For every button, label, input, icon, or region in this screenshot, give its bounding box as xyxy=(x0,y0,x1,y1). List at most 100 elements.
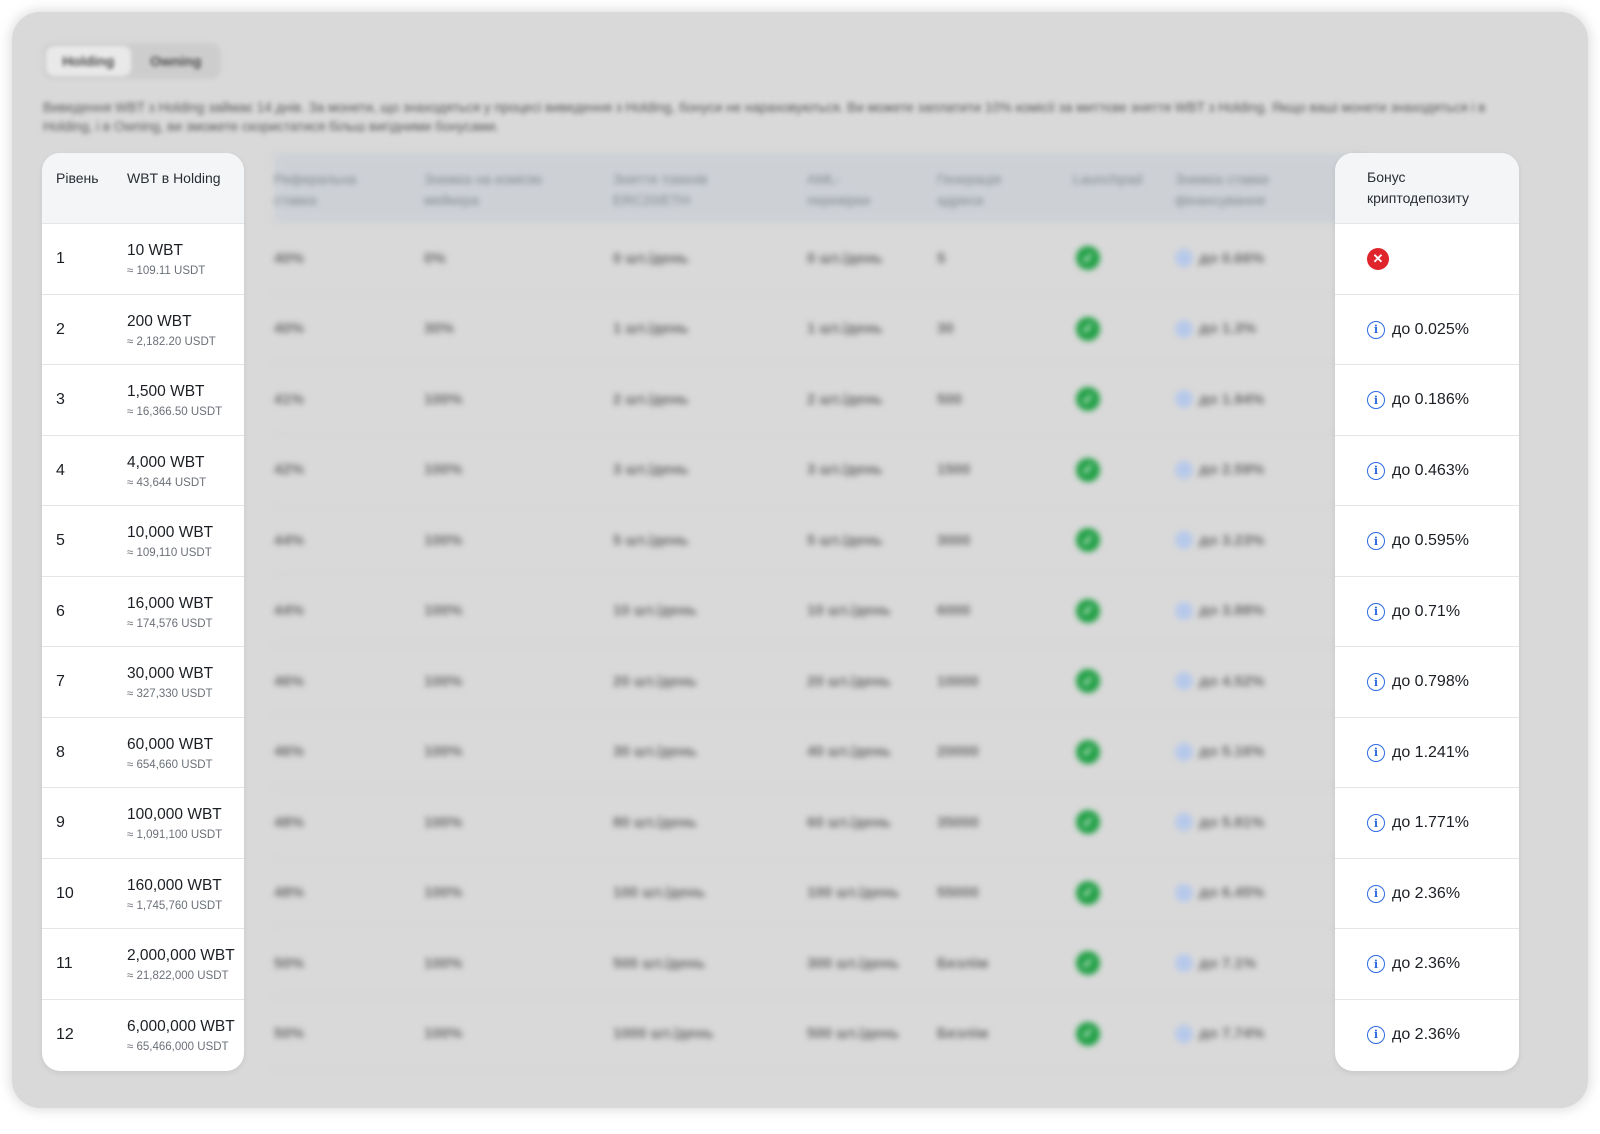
funding-discount: до 5.16% xyxy=(1175,717,1264,787)
wbt-amount: 10 WBT ≈ 109.11 USDT xyxy=(127,241,205,279)
header-funding: Знижка ставки фінансування xyxy=(1175,171,1269,208)
maker-fee: 0% xyxy=(424,249,446,267)
wbt-value: 200 WBT xyxy=(127,312,192,330)
check-icon: ✓ xyxy=(1076,457,1100,482)
aml-limit: 10 шт./день xyxy=(807,602,891,619)
launchpad-status: ✓ xyxy=(1076,576,1100,646)
info-icon xyxy=(1175,954,1193,972)
bonus-value: i до 0.595% xyxy=(1367,506,1469,576)
maker-fee: 100% xyxy=(424,1025,463,1042)
check-icon: ✓ xyxy=(1076,1021,1100,1046)
tab-holding[interactable]: Holding xyxy=(46,46,131,76)
bonus-text: до 0.186% xyxy=(1392,391,1469,408)
funding-text: до 7.74% xyxy=(1199,1025,1265,1042)
funding-text: до 6.45% xyxy=(1199,884,1265,901)
launchpad-status: ✓ xyxy=(1076,928,1100,998)
referral-rate: 46% xyxy=(274,672,305,690)
table-row-blurred: 46% 100% 20 шт./день 20 шт./день 10000 ✓ до 4.… xyxy=(274,646,1366,716)
wbt-value: 4,000 WBT xyxy=(127,453,205,471)
check-icon: ✓ xyxy=(1076,316,1100,341)
info-icon xyxy=(1175,390,1193,408)
level-number: 3 xyxy=(56,391,65,408)
funding-text: до 1.3% xyxy=(1199,320,1257,337)
aml-limit: 2 шт./день xyxy=(807,390,883,408)
funding-text: до 3.23% xyxy=(1199,531,1265,549)
address-generation: 3000 xyxy=(937,531,971,549)
bonus-text: до 0.595% xyxy=(1392,532,1469,549)
info-icon[interactable]: i xyxy=(1367,884,1385,903)
funding-discount: до 2.59% xyxy=(1175,435,1264,505)
aml-limit: 500 шт./день xyxy=(807,1025,900,1042)
info-icon[interactable]: i xyxy=(1367,743,1385,762)
info-icon[interactable]: i xyxy=(1367,1025,1385,1044)
launchpad-status: ✓ xyxy=(1076,223,1100,293)
aml-limit: 5 шт./день xyxy=(807,531,883,549)
table-row: 11 2,000,000 WBT ≈ 21,822,000 USDT xyxy=(42,928,244,999)
address-generation: Безлім xyxy=(937,1025,989,1042)
withdraw-limit: 10 шт./день xyxy=(613,602,697,619)
info-icon[interactable]: i xyxy=(1367,391,1385,409)
bonus-text: до 2.36% xyxy=(1392,884,1461,902)
bonus-value: i до 1.771% xyxy=(1367,788,1469,858)
tab-owning[interactable]: Owning xyxy=(134,46,219,76)
wbt-value: 10 WBT xyxy=(127,242,183,259)
funding-text: до 5.16% xyxy=(1199,743,1265,760)
funding-discount: до 3.23% xyxy=(1175,505,1264,575)
level-wbt-column: Рівень WBT в Holding 1 10 WBT ≈ 109.11 USD… xyxy=(42,153,244,1071)
aml-limit: 3 шт./день xyxy=(807,461,883,478)
table-row: 3 1,500 WBT ≈ 16,366.50 USDT xyxy=(42,364,244,435)
referral-rate: 41% xyxy=(274,390,305,408)
funding-text: до 1.94% xyxy=(1199,390,1265,408)
header-withdrawal: Зняття токенів ERC20/ETH xyxy=(613,171,708,208)
table-row-blurred: 50% 100% 1000 шт./день 500 шт./день Безлім ✓ д… xyxy=(274,999,1366,1069)
table-row: 1 10 WBT ≈ 109.11 USDT xyxy=(42,223,244,294)
withdraw-limit: 80 шт./день xyxy=(613,813,697,831)
launchpad-status: ✓ xyxy=(1076,787,1100,857)
check-icon: ✓ xyxy=(1076,528,1100,552)
withdraw-limit: 500 шт./день xyxy=(613,954,706,972)
usdt-equivalent: ≈ 174,576 USDT xyxy=(127,617,213,630)
wbt-amount: 16,000 WBT ≈ 174,576 USDT xyxy=(127,594,213,632)
referral-rate: 50% xyxy=(274,1025,305,1042)
info-icon[interactable]: i xyxy=(1367,532,1385,550)
address-generation: 35000 xyxy=(937,813,979,831)
header-bonus: Бонус криптодепозиту xyxy=(1367,169,1470,206)
info-icon xyxy=(1175,319,1193,338)
usdt-equivalent: ≈ 2,182.20 USDT xyxy=(127,335,216,348)
info-icon[interactable]: i xyxy=(1367,602,1385,621)
aml-limit: 1 шт./день xyxy=(807,320,883,337)
wbt-amount: 10,000 WBT ≈ 109,110 USDT xyxy=(127,523,213,561)
bonus-value: i до 0.186% xyxy=(1367,365,1469,435)
address-generation: 20000 xyxy=(937,743,979,760)
aml-limit: 0 шт./день xyxy=(807,249,883,267)
info-icon xyxy=(1175,460,1193,479)
withdraw-limit: 30 шт./день xyxy=(613,743,697,760)
table-row: i до 0.595% xyxy=(1335,505,1519,576)
address-generation: 500 xyxy=(937,390,963,408)
referral-rate: 40% xyxy=(274,249,305,267)
table-row-blurred: 40% 30% 1 шт./день 1 шт./день 30 ✓ до 1.3% xyxy=(274,294,1366,364)
withdraw-limit: 2 шт./день xyxy=(613,390,689,408)
info-icon[interactable]: i xyxy=(1367,955,1385,973)
bonus-value: i до 0.025% xyxy=(1367,295,1469,365)
wbt-value: 100,000 WBT xyxy=(127,806,222,823)
funding-text: до 4.52% xyxy=(1199,672,1265,690)
bonus-value: i до 0.71% xyxy=(1367,577,1460,647)
launchpad-status: ✓ xyxy=(1076,364,1100,434)
table-row-blurred: 40% 0% 0 шт./день 0 шт./день 5 ✓ до 0.66% xyxy=(274,223,1366,293)
usdt-equivalent: ≈ 65,466,000 USDT xyxy=(127,1040,229,1053)
info-icon xyxy=(1175,531,1193,549)
usdt-equivalent: ≈ 21,822,000 USDT xyxy=(127,970,229,982)
funding-discount: до 7.74% xyxy=(1175,999,1264,1069)
info-icon[interactable]: i xyxy=(1367,673,1385,691)
address-generation: 5 xyxy=(937,249,946,267)
funding-text: до 5.81% xyxy=(1199,813,1265,831)
referral-rate: 46% xyxy=(274,743,305,760)
bonus-value: ✕ xyxy=(1367,224,1389,294)
info-icon[interactable]: i xyxy=(1367,320,1385,339)
aml-limit: 60 шт./день xyxy=(807,813,891,831)
funding-discount: до 5.81% xyxy=(1175,787,1264,857)
info-icon[interactable]: i xyxy=(1367,461,1385,480)
table-row-blurred: 42% 100% 3 шт./день 3 шт./день 1500 ✓ до 2.59% xyxy=(274,435,1366,505)
info-icon[interactable]: i xyxy=(1367,814,1385,832)
